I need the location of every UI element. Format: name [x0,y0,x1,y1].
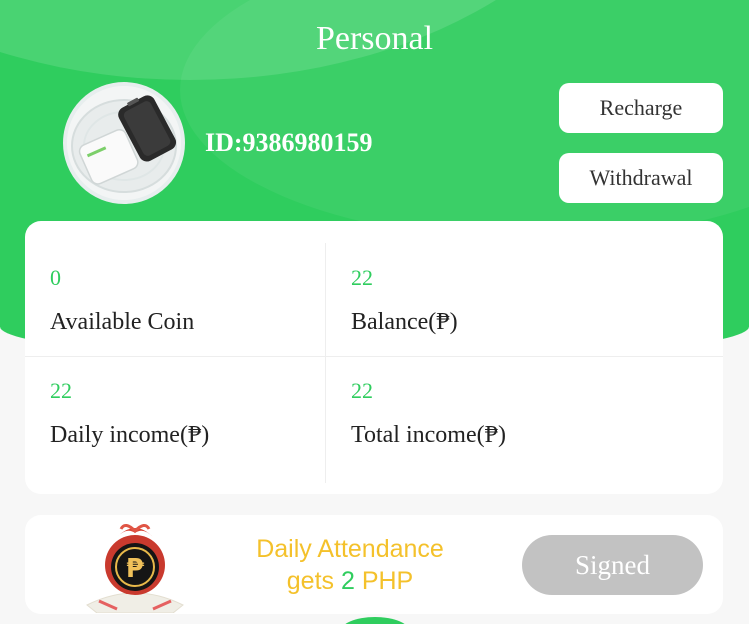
stat-value: 22 [351,378,373,403]
attendance-text: Daily Attendance gets 2 PHP [230,533,470,597]
stat-total-income: 22 Total income(₱) [326,356,626,491]
gift-symbol: ₱ [126,554,145,584]
attendance-line2: gets 2 PHP [230,565,470,597]
stat-daily-income: 22 Daily income(₱) [25,356,325,491]
nav-bump [340,617,410,624]
stats-card: 0 Available Coin 22 Balance(₱) 22 Daily … [25,221,723,494]
stat-label: Total income(₱) [351,422,506,448]
stat-value: 0 [50,265,61,290]
attendance-prefix: gets [286,567,341,595]
stat-balance: 22 Balance(₱) [326,221,626,356]
gift-coin-icon: ₱ [86,524,184,613]
recharge-button[interactable]: Recharge [559,83,723,133]
attendance-card: ₱ Daily Attendance gets 2 PHP Signed [25,515,723,614]
attendance-amount: 2 [340,567,355,595]
withdrawal-button[interactable]: Withdrawal [559,153,723,203]
stat-value: 22 [50,378,72,403]
attendance-line1: Daily Attendance [256,535,444,563]
avatar[interactable] [63,82,185,204]
attendance-suffix: PHP [354,567,414,595]
stat-label: Daily income(₱) [50,422,210,448]
user-id: ID:9386980159 [205,128,373,157]
stat-label: Available Coin [50,309,195,335]
stat-value: 22 [351,265,373,290]
avatar-image [67,86,181,200]
stat-available-coin: 0 Available Coin [25,221,325,356]
page-title: Personal [315,20,434,57]
stat-label: Balance(₱) [351,309,458,335]
signed-button[interactable]: Signed [522,535,703,595]
